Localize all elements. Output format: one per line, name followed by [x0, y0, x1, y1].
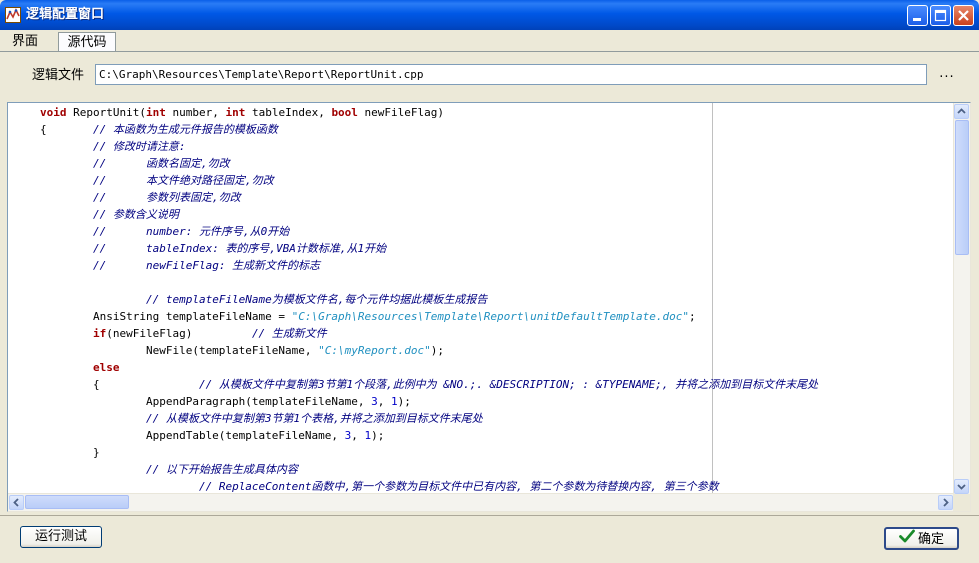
code-line[interactable]: AppendTable(templateFileName, 3, 1);	[40, 427, 384, 444]
logic-file-path-input[interactable]: C:\Graph\Resources\Template\Report\Repor…	[95, 64, 927, 85]
code-line[interactable]: { // 本函数为生成元件报告的模板函数	[40, 121, 278, 138]
close-button[interactable]	[953, 5, 974, 26]
maximize-icon	[934, 9, 947, 22]
code-line[interactable]: // 参数含义说明	[40, 206, 179, 223]
code-line[interactable]: // 本文件绝对路径固定,勿改	[40, 172, 274, 189]
minimize-button[interactable]	[907, 5, 928, 26]
scroll-left-button[interactable]	[9, 495, 24, 510]
code-line[interactable]: // 函数名固定,勿改	[40, 155, 230, 172]
footer-divider	[0, 515, 979, 516]
code-line[interactable]: // templateFileName为模板文件名,每个元件均据此模板生成报告	[40, 291, 487, 308]
tab-strip: 界面 源代码	[0, 30, 979, 52]
horizontal-scrollbar[interactable]	[8, 493, 954, 511]
code-line[interactable]: // 参数列表固定,勿改	[40, 189, 241, 206]
vertical-scroll-thumb[interactable]	[955, 120, 969, 255]
code-line[interactable]: // 修改时请注意:	[40, 138, 186, 155]
arrow-left-icon	[13, 498, 19, 507]
code-line[interactable]: // newFileFlag: 生成新文件的标志	[40, 257, 320, 274]
tab-divider	[0, 51, 979, 52]
code-editor[interactable]: void ReportUnit(int number, int tableInd…	[7, 102, 971, 512]
logic-file-label: 逻辑文件	[32, 68, 85, 83]
scroll-up-button[interactable]	[954, 104, 969, 119]
code-text-area[interactable]: void ReportUnit(int number, int tableInd…	[40, 103, 953, 493]
scroll-right-button[interactable]	[938, 495, 953, 510]
code-line[interactable]: else	[40, 359, 120, 376]
ok-button-label: 确定	[917, 532, 944, 547]
maximize-button[interactable]	[930, 5, 951, 26]
code-line[interactable]: // ReplaceContent函数中,第一个参数为目标文件中已有内容, 第二…	[40, 478, 719, 493]
scrollbar-corner	[953, 494, 970, 511]
right-margin-guide	[712, 103, 713, 493]
tab-source-code[interactable]: 源代码	[58, 32, 116, 52]
code-line[interactable]: if(newFileFlag) // 生成新文件	[40, 325, 327, 342]
code-line[interactable]: AppendParagraph(templateFileName, 3, 1);	[40, 393, 411, 410]
code-line[interactable]: // 以下开始报告生成具体内容	[40, 461, 298, 478]
close-icon	[958, 10, 969, 21]
code-line[interactable]: NewFile(templateFileName, "C:\myReport.d…	[40, 342, 444, 359]
code-line[interactable]: // 从模板文件中复制第3节第1个表格,并将之添加到目标文件末尾处	[40, 410, 483, 427]
window-title: 逻辑配置窗口	[26, 7, 105, 22]
title-bar[interactable]: 逻辑配置窗口	[0, 0, 979, 30]
arrow-right-icon	[943, 498, 949, 507]
code-line[interactable]: // number: 元件序号,从0开始	[40, 223, 289, 240]
arrow-down-icon	[957, 484, 966, 490]
scroll-down-button[interactable]	[954, 479, 969, 494]
code-line[interactable]: // tableIndex: 表的序号,VBA计数标准,从1开始	[40, 240, 386, 257]
browse-button[interactable]: ...	[935, 66, 959, 84]
logic-app-icon	[5, 7, 21, 23]
code-line[interactable]: AnsiString templateFileName = "C:\Graph\…	[40, 308, 696, 325]
code-line[interactable]: }	[40, 444, 100, 461]
code-line[interactable]: { // 从模板文件中复制第3节第1个段落,此例中为 &NO.;. &DESCR…	[40, 376, 818, 393]
code-line[interactable]: void ReportUnit(int number, int tableInd…	[40, 104, 444, 121]
vertical-scrollbar[interactable]	[953, 103, 970, 495]
tab-interface[interactable]: 界面	[4, 32, 46, 52]
minimize-icon	[913, 18, 921, 21]
arrow-up-icon	[957, 108, 966, 114]
run-test-button[interactable]: 运行测试	[20, 526, 102, 548]
logic-config-window: 逻辑配置窗口 界面 源代码 逻辑文件 C:\Graph\Resources\Te…	[0, 0, 979, 563]
ok-button[interactable]: 确定	[884, 527, 959, 550]
checkmark-icon	[899, 529, 915, 550]
horizontal-scroll-thumb[interactable]	[25, 495, 129, 509]
